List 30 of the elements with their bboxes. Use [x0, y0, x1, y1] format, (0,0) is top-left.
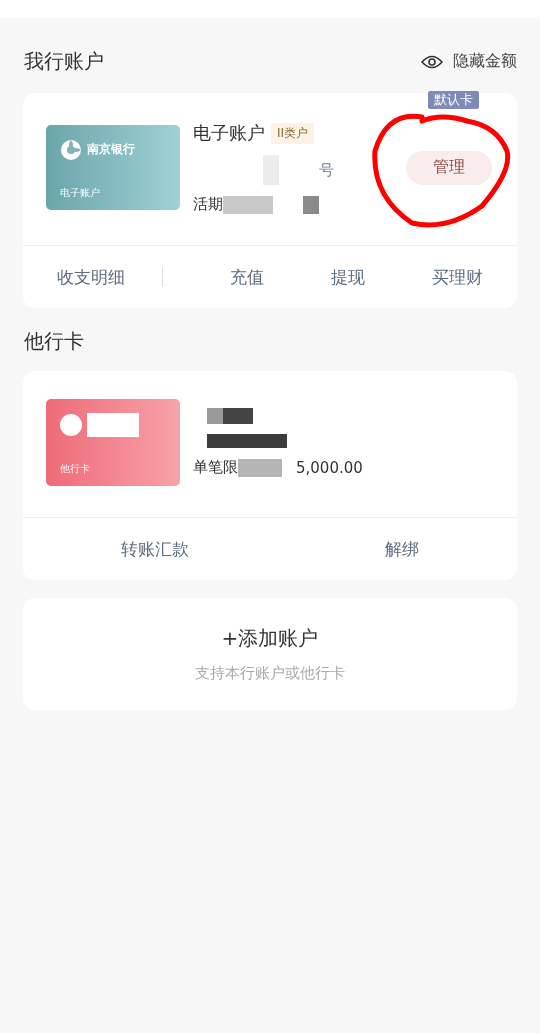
limit-label-fragment: 单笔限: [193, 458, 238, 477]
redaction-block: [238, 458, 282, 477]
section-title: 他行卡: [24, 328, 84, 355]
redaction-block: [223, 195, 273, 214]
action-link[interactable]: 解绑: [385, 537, 419, 561]
manage-button[interactable]: 管理: [406, 150, 492, 185]
card-label: 他行卡: [60, 462, 91, 476]
add-account-button[interactable]: +添加账户 支持本行账户或他行卡: [23, 598, 517, 710]
card-label: 电子账户: [60, 186, 101, 200]
action-link[interactable]: 提现: [331, 265, 366, 289]
bank-name: 南京银行: [87, 143, 135, 157]
account-number-fragment: 号: [319, 160, 334, 180]
action-link[interactable]: 充值: [229, 265, 264, 289]
add-account-hint: 支持本行账户或他行卡: [195, 664, 345, 683]
limit-amount: 5,000.00: [296, 458, 363, 477]
add-account-label: +添加账户: [221, 625, 319, 652]
bank-logo-icon: [60, 414, 82, 436]
hide-amount-button[interactable]: 隐藏金额: [421, 51, 517, 72]
section-title: 我行账户: [24, 48, 104, 75]
eye-icon: [421, 53, 443, 70]
action-link[interactable]: 收支明细: [56, 265, 125, 289]
default-card-badge: 默认卡: [428, 91, 479, 109]
account-tier-tag: II类户: [271, 122, 315, 144]
account-name: 电子账户: [193, 121, 265, 145]
action-link[interactable]: 买理财: [432, 265, 484, 289]
action-link[interactable]: 转账汇款: [121, 537, 189, 561]
account-type-fragment: 活期: [193, 195, 223, 214]
redaction-block: [87, 413, 139, 437]
redaction-block: [303, 195, 319, 214]
flower-logo-icon: [60, 139, 82, 161]
